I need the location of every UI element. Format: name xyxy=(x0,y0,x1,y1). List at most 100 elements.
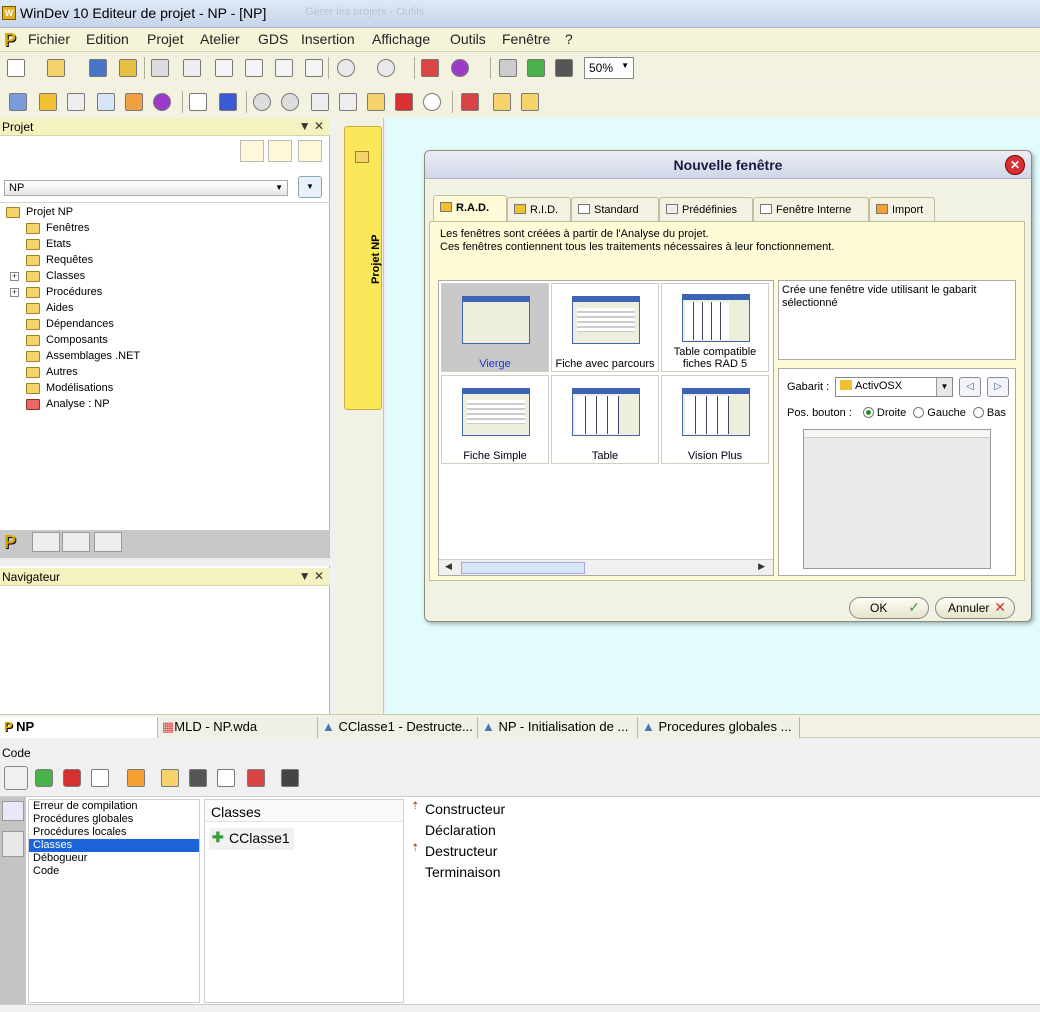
menu-gds[interactable]: GDS xyxy=(258,31,288,47)
cancel-button[interactable]: Annuler ✕ xyxy=(935,597,1015,619)
home-icon[interactable] xyxy=(336,90,360,114)
color-tab-icon[interactable] xyxy=(94,532,122,552)
tree-item-label[interactable]: Modélisations xyxy=(46,382,113,394)
go-icon[interactable] xyxy=(496,56,520,80)
structure-view-icon[interactable] xyxy=(2,801,24,821)
save-all-icon[interactable] xyxy=(116,56,140,80)
flag-icon[interactable] xyxy=(244,766,268,790)
method-constructeur[interactable]: Constructeur xyxy=(425,801,505,817)
gallery-item-fiche-avec-parcours[interactable]: Fiche avec parcours xyxy=(551,283,659,372)
new-document-icon[interactable] xyxy=(4,56,28,80)
new-window-icon[interactable] xyxy=(490,90,514,114)
tab-rad[interactable]: R.A.D. xyxy=(433,195,507,223)
rename-abc-icon[interactable] xyxy=(88,766,112,790)
tree-item-label[interactable]: Composants xyxy=(46,334,108,346)
tab-standard[interactable]: Standard xyxy=(571,197,659,221)
panel-pin-close-icon[interactable]: ▼ ✕ xyxy=(299,119,324,133)
edit-pen-icon[interactable] xyxy=(4,766,28,790)
panel-pin-close-icon[interactable]: ▼ ✕ xyxy=(299,569,324,583)
close-icon[interactable]: ✕ xyxy=(1005,155,1025,175)
open-folder-icon[interactable] xyxy=(44,56,68,80)
align-icon[interactable] xyxy=(6,90,30,114)
delete-red-x-icon[interactable] xyxy=(60,766,84,790)
gallery-item-fiche-simple[interactable]: Fiche Simple xyxy=(441,375,549,464)
tree-item-label[interactable]: Procédures xyxy=(46,286,102,298)
forward-icon[interactable] xyxy=(278,90,302,114)
stop-debug-icon[interactable] xyxy=(552,56,576,80)
code-list-item[interactable]: Code xyxy=(29,865,199,878)
scroll-right-icon[interactable]: ▶ xyxy=(758,561,765,572)
splitter[interactable] xyxy=(0,558,330,566)
tree-item-label[interactable]: Analyse : NP xyxy=(46,398,110,410)
class-item-cclasse1[interactable]: ✚ CClasse1 xyxy=(209,828,294,850)
radio-droite[interactable] xyxy=(862,407,874,418)
doc-tab-mld[interactable]: ▦MLD - NP.wda xyxy=(158,717,318,738)
debug-bug-icon[interactable] xyxy=(2,831,24,857)
doc-tab-np[interactable]: P NP xyxy=(0,717,158,738)
radio-gauche[interactable] xyxy=(913,407,925,418)
undo-icon[interactable] xyxy=(334,56,358,80)
tree-item-label[interactable]: Aides xyxy=(46,302,74,314)
previous-gabarit-button[interactable]: ◁ xyxy=(959,377,981,397)
method-terminaison[interactable]: Terminaison xyxy=(425,864,500,880)
tree-item-label[interactable]: Dépendances xyxy=(46,318,114,330)
tree-item-label[interactable]: Etats xyxy=(46,238,71,250)
grid-icon[interactable] xyxy=(216,90,240,114)
new-star-folder-icon[interactable] xyxy=(364,90,388,114)
combo-options-button[interactable]: ▼ xyxy=(298,176,322,198)
expand-toggle-icon[interactable]: + xyxy=(10,288,19,297)
tree-item-label[interactable]: Requêtes xyxy=(46,254,93,266)
code-list-item[interactable]: Débogueur xyxy=(29,852,199,865)
project-explorer-icon[interactable] xyxy=(240,140,264,162)
add-green-icon[interactable] xyxy=(32,766,56,790)
window-icon[interactable] xyxy=(122,90,146,114)
shape-tab-icon[interactable] xyxy=(62,532,90,552)
menu-outils[interactable]: Outils xyxy=(450,31,486,47)
tab-rid[interactable]: R.I.D. xyxy=(507,197,571,221)
method-declaration[interactable]: Déclaration xyxy=(425,822,496,838)
delete-x-icon[interactable] xyxy=(186,766,210,790)
gallery-item-vision-plus[interactable]: Vision Plus xyxy=(661,375,769,464)
tree-item-label[interactable]: Autres xyxy=(46,366,78,378)
tab-import[interactable]: Import xyxy=(869,197,935,221)
windev-app-icon[interactable]: W xyxy=(2,6,16,20)
gallery-scrollbar[interactable]: ◀ ▶ xyxy=(439,559,773,575)
radio-bas[interactable] xyxy=(972,407,984,418)
expand-toggle-icon[interactable]: + xyxy=(10,272,19,281)
menu-projet[interactable]: Projet xyxy=(147,31,184,47)
gear-icon[interactable] xyxy=(448,56,472,80)
structure-tab-icon[interactable] xyxy=(32,532,60,552)
close-window-icon[interactable] xyxy=(392,90,416,114)
copy-icon[interactable] xyxy=(242,56,266,80)
tree-item-label[interactable]: Fenêtres xyxy=(46,222,89,234)
project-combo[interactable]: NP ▼ xyxy=(4,180,288,196)
menu-help[interactable]: ? xyxy=(565,31,573,47)
scroll-left-icon[interactable]: ◀ xyxy=(445,561,452,572)
doc-tab-procedures[interactable]: ▲ Procedures globales ... xyxy=(638,717,800,738)
back-icon[interactable] xyxy=(250,90,274,114)
new-text-icon[interactable] xyxy=(518,90,542,114)
redo-icon[interactable] xyxy=(374,56,398,80)
rename-icon[interactable] xyxy=(214,766,238,790)
doc-tab-initialisation[interactable]: ▲ NP - Initialisation de ... xyxy=(478,717,638,738)
gallery-item-table[interactable]: Table xyxy=(551,375,659,464)
menu-atelier[interactable]: Atelier xyxy=(200,31,240,47)
paste-icon[interactable] xyxy=(272,56,296,80)
export-icon[interactable] xyxy=(186,90,210,114)
gallery-item-vierge[interactable]: Vierge xyxy=(441,283,549,372)
windows-icon[interactable] xyxy=(458,90,482,114)
save-icon[interactable] xyxy=(86,56,110,80)
tab-fenetre-interne[interactable]: Fenêtre Interne xyxy=(753,197,869,221)
doc-tab-cclasse1[interactable]: ▲ CClasse1 - Destructe... xyxy=(318,717,478,738)
project-tab-icon[interactable]: P xyxy=(4,532,16,553)
debugger-icon[interactable] xyxy=(278,766,302,790)
cut-icon[interactable] xyxy=(212,56,236,80)
menu-insertion[interactable]: Insertion xyxy=(301,31,355,47)
zoom-select[interactable]: 50% ▼ xyxy=(584,57,634,79)
new-star-icon[interactable] xyxy=(158,766,182,790)
up-icon[interactable] xyxy=(308,90,332,114)
scrollbar-thumb[interactable] xyxy=(461,562,585,574)
tree-item-label[interactable]: Projet NP xyxy=(26,206,73,218)
menu-fichier[interactable]: Fichier xyxy=(28,31,70,47)
menu-edition[interactable]: Edition xyxy=(86,31,129,47)
